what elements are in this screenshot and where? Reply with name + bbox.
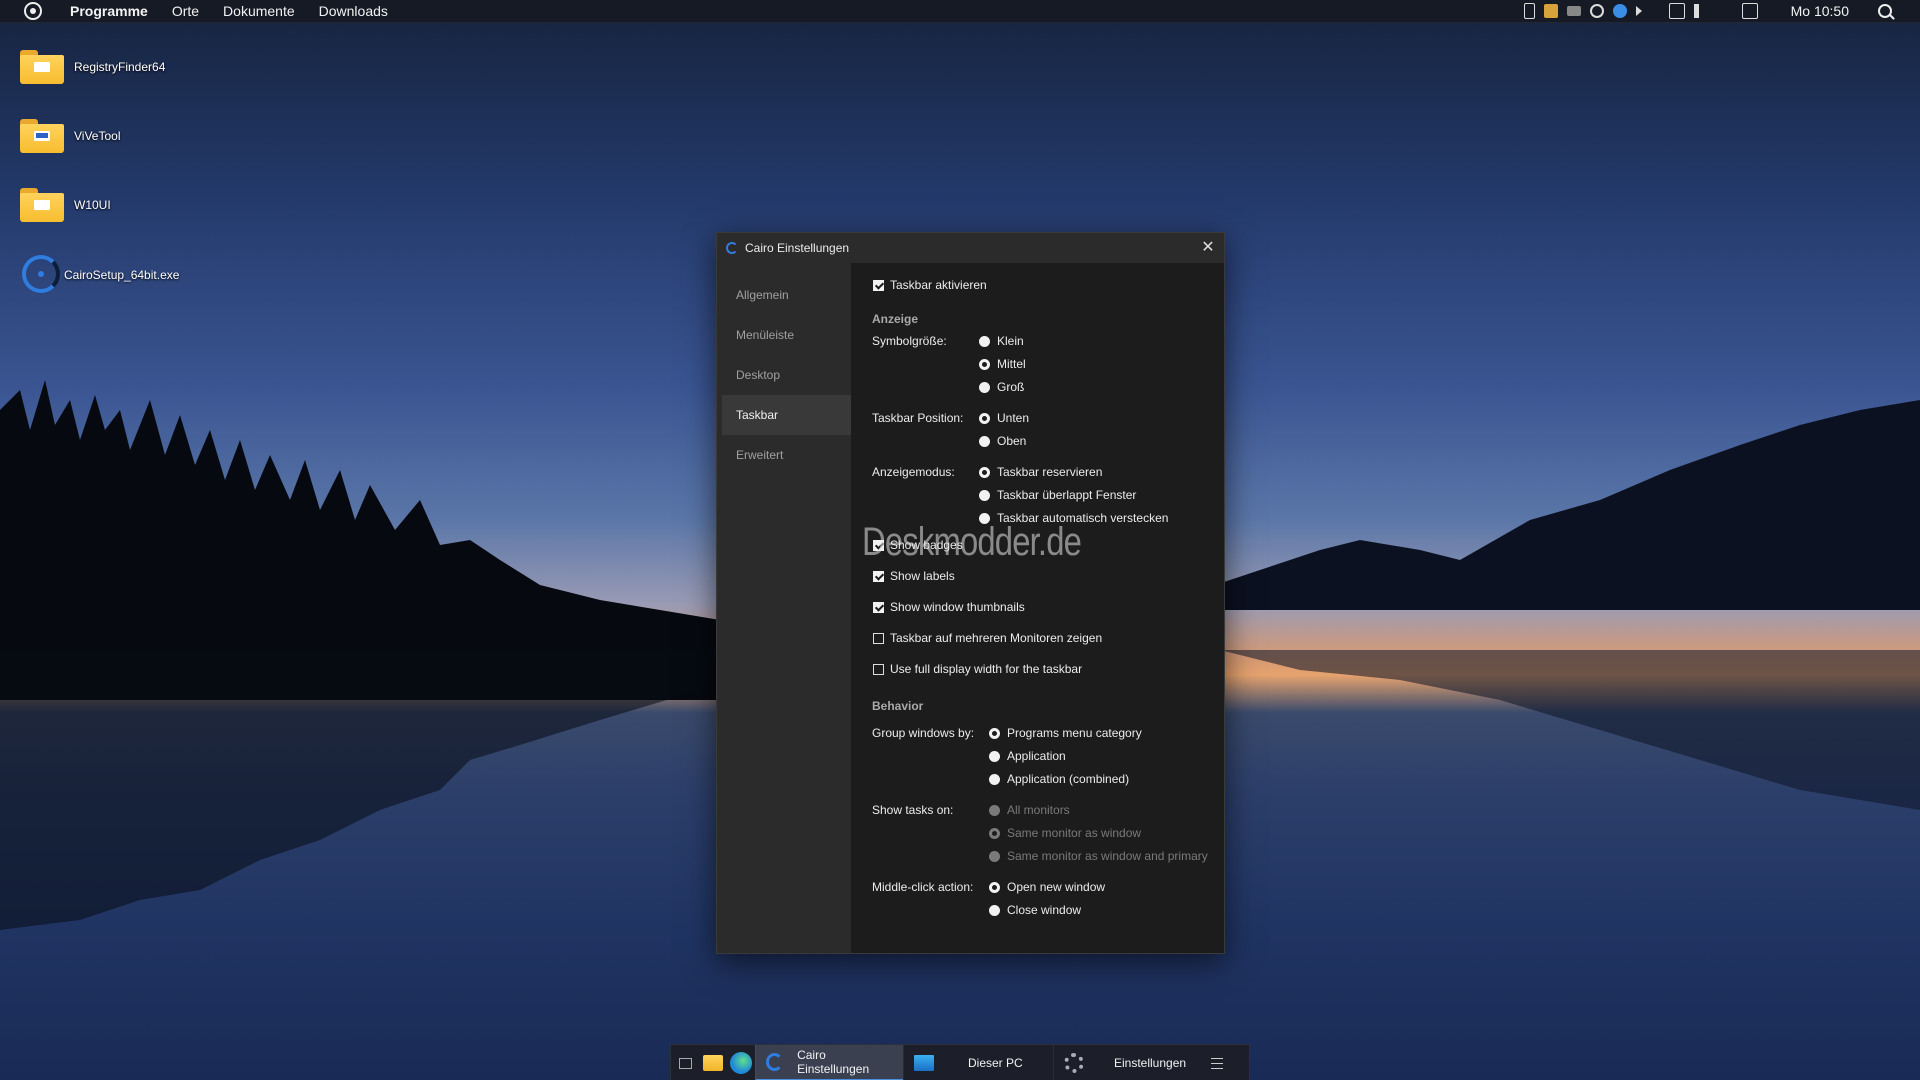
radio-unten[interactable]: Unten: [979, 411, 1029, 425]
radio-programs-category[interactable]: Programs menu category: [989, 726, 1142, 740]
full-width-checkbox[interactable]: Use full display width for the taskbar: [873, 662, 1082, 676]
cairo-logo-icon[interactable]: [24, 2, 42, 20]
gear-icon: [1064, 1053, 1084, 1073]
computer-icon: [914, 1055, 934, 1071]
menu-programme[interactable]: Programme: [70, 3, 148, 19]
settings-content: Taskbar aktivieren Anzeige Symbolgröße: …: [851, 263, 1224, 953]
settings-window: Cairo Einstellungen ✕ Allgemein Menüleis…: [716, 232, 1225, 954]
show-desktop-button[interactable]: [671, 1045, 699, 1080]
show-tasks-label: Show tasks on:: [872, 803, 954, 817]
position-label: Taskbar Position:: [872, 411, 964, 425]
task-dieser-pc[interactable]: Dieser PC: [903, 1045, 1053, 1080]
radio-mittel[interactable]: Mittel: [979, 357, 1026, 371]
checkbox-label: Taskbar aktivieren: [890, 278, 987, 292]
radio-same-monitor-primary[interactable]: Same monitor as window and primary: [989, 849, 1208, 863]
watermark: Deskmodder.de: [862, 520, 1082, 564]
task-list-menu-button[interactable]: [1203, 1045, 1231, 1080]
section-behavior: Behavior: [872, 699, 924, 713]
enable-taskbar-checkbox[interactable]: Taskbar aktivieren: [873, 278, 987, 292]
group-by-label: Group windows by:: [872, 726, 975, 740]
folder-icon: [20, 188, 64, 222]
mountain-silhouette: [1200, 400, 1920, 610]
desktop-icon-label: W10UI: [74, 198, 111, 212]
radio-oben[interactable]: Oben: [979, 434, 1026, 448]
nav-allgemein[interactable]: Allgemein: [722, 275, 851, 315]
desktop-icon-registryfinder64[interactable]: RegistryFinder64: [20, 50, 165, 84]
task-label: Einstellungen: [1114, 1056, 1187, 1070]
task-label: Dieser PC: [968, 1056, 1023, 1070]
folder-icon: [20, 50, 64, 84]
radio-ueberlappt[interactable]: Taskbar überlappt Fenster: [979, 488, 1136, 502]
update-icon[interactable]: [1612, 4, 1627, 18]
menu-downloads[interactable]: Downloads: [319, 3, 388, 19]
sync-icon[interactable]: [1589, 4, 1604, 18]
notification-icon[interactable]: [1741, 3, 1758, 19]
task-label: Cairo Einstellungen: [797, 1048, 870, 1076]
checkbox-icon: [873, 279, 884, 291]
task-cairo-einstellungen[interactable]: Cairo Einstellungen: [755, 1045, 903, 1080]
show-labels-checkbox[interactable]: Show labels: [873, 569, 955, 583]
icon-size-label: Symbolgröße:: [872, 334, 947, 348]
desktop-icon-label: ViVeTool: [74, 129, 121, 143]
radio-application-combined[interactable]: Application (combined): [989, 772, 1129, 786]
radio-gross[interactable]: Groß: [979, 380, 1024, 394]
network-icon[interactable]: [1668, 3, 1685, 19]
menu-dokumente[interactable]: Dokumente: [223, 3, 295, 19]
desktop-icon-w10ui[interactable]: W10UI: [20, 188, 111, 222]
file-explorer-button[interactable]: [699, 1045, 727, 1080]
radio-klein[interactable]: Klein: [979, 334, 1024, 348]
radio-close-window[interactable]: Close window: [989, 903, 1081, 917]
menu-icon: [1211, 1057, 1223, 1069]
radio-application[interactable]: Application: [989, 749, 1066, 763]
system-tray: Mo 10:50: [1523, 0, 1920, 22]
folder-icon: [20, 119, 64, 153]
task-einstellungen[interactable]: Einstellungen: [1053, 1045, 1203, 1080]
usb-icon[interactable]: [1523, 3, 1535, 19]
top-menu-bar: Programme Orte Dokumente Downloads Mo 10…: [0, 0, 1920, 23]
taskbar: Cairo Einstellungen Dieser PC Einstellun…: [670, 1044, 1250, 1080]
search-icon[interactable]: [1878, 4, 1892, 18]
multi-monitor-checkbox[interactable]: Taskbar auf mehreren Monitoren zeigen: [873, 631, 1102, 645]
cairo-window-icon: [726, 242, 738, 254]
desktop-icon-label: RegistryFinder64: [74, 60, 166, 74]
edge-button[interactable]: [727, 1045, 755, 1080]
radio-same-monitor[interactable]: Same monitor as window: [989, 826, 1141, 840]
window-titlebar[interactable]: Cairo Einstellungen ✕: [717, 233, 1224, 263]
volume-icon[interactable]: [1693, 4, 1709, 18]
desktop-icon-cairosetup[interactable]: CairoSetup_64bit.exe: [20, 253, 179, 297]
nav-taskbar[interactable]: Taskbar: [722, 395, 851, 435]
cairo-icon: [766, 1053, 784, 1071]
cairo-setup-icon: [20, 253, 64, 297]
desktop-icon-label: CairoSetup_64bit.exe: [64, 268, 180, 282]
section-anzeige: Anzeige: [872, 312, 919, 326]
close-button[interactable]: ✕: [1198, 238, 1218, 258]
radio-reservieren[interactable]: Taskbar reservieren: [979, 465, 1102, 479]
middle-click-label: Middle-click action:: [872, 880, 974, 894]
show-thumbnails-checkbox[interactable]: Show window thumbnails: [873, 600, 1025, 614]
menu-orte[interactable]: Orte: [172, 3, 199, 19]
app-tray-icon[interactable]: [1543, 4, 1558, 18]
settings-sidebar: Allgemein Menüleiste Desktop Taskbar Erw…: [717, 263, 851, 953]
radio-open-new-window[interactable]: Open new window: [989, 880, 1105, 894]
mode-label: Anzeigemodus:: [872, 465, 955, 479]
clock[interactable]: Mo 10:50: [1791, 3, 1849, 19]
nav-menueleiste[interactable]: Menüleiste: [722, 315, 851, 355]
expand-tray-icon[interactable]: [1635, 6, 1642, 16]
desktop-icon-vivetool[interactable]: ViVeTool: [20, 119, 120, 153]
nav-erweitert[interactable]: Erweitert: [722, 435, 851, 475]
radio-all-monitors[interactable]: All monitors: [989, 803, 1070, 817]
keyboard-icon[interactable]: [1566, 6, 1581, 16]
window-title: Cairo Einstellungen: [745, 241, 850, 255]
nav-desktop[interactable]: Desktop: [722, 355, 851, 395]
